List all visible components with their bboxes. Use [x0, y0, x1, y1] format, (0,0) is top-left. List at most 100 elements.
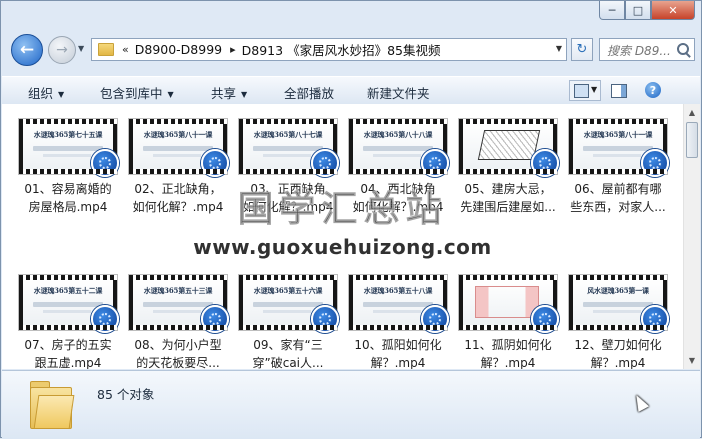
item-count: 85 个对象 — [97, 387, 155, 402]
file-name-line: 05、建房大忌， — [464, 182, 552, 196]
file-item[interactable]: 水谜瑰365第五十六课 09、家有“三 穿”破cai人... — [236, 274, 340, 369]
file-name-line: 11、孤阴如何化 — [464, 338, 552, 352]
media-player-icon — [91, 149, 119, 177]
change-view-button[interactable]: ▼ — [569, 80, 601, 101]
file-item[interactable]: 05、建房大忌， 先建围后建屋如... — [456, 118, 560, 216]
video-frame-caption — [263, 310, 311, 313]
video-frame-title: 水谜瑰365第五十三课 — [143, 286, 213, 295]
file-item[interactable]: 水谜瑰365第五十三课 08、为何小户型 的天花板要尽... — [126, 274, 230, 369]
breadcrumb-separator[interactable]: ▸ — [230, 43, 236, 56]
file-name: 08、为何小户型 的天花板要尽... — [126, 336, 230, 369]
preview-pane-button[interactable] — [607, 80, 629, 101]
scroll-thumb[interactable] — [686, 122, 698, 158]
file-item[interactable]: 水谜瑰365第八十八课 04、西北缺角 如何化解？.mp4 — [346, 118, 450, 216]
back-button[interactable]: ← — [11, 34, 43, 66]
forward-button[interactable]: → — [48, 36, 76, 64]
file-item[interactable]: 11、孤阴如何化 解？.mp4 — [456, 274, 560, 369]
preview-pane-icon — [611, 84, 627, 98]
command-bar: 组织 ▼ 包含到库中 ▼ 共享 ▼ 全部播放 新建文件夹 ▼ ? — [2, 76, 700, 105]
media-player-icon — [641, 305, 669, 333]
file-item[interactable]: 水谜瑰365第八十一课 02、正北缺角， 如何化解？.mp4 — [126, 118, 230, 216]
video-thumbnail[interactable] — [458, 274, 559, 333]
scroll-down-button[interactable]: ▼ — [684, 352, 700, 369]
mouse-cursor-icon — [630, 392, 650, 412]
share-label: 共享 — [211, 86, 237, 101]
view-icon — [574, 84, 589, 98]
file-name-line: 解？.mp4 — [480, 356, 536, 369]
media-player-icon — [641, 149, 669, 177]
file-item[interactable]: 水谜瑰365第七十五课 01、容易离婚的 房屋格局.mp4 — [16, 118, 120, 216]
close-button[interactable]: ✕ — [651, 1, 695, 20]
breadcrumb-item-current[interactable]: D8913 《家居风水妙招》85集视频 — [242, 40, 441, 59]
video-frame-caption — [263, 154, 311, 157]
video-thumbnail[interactable]: 水谜瑰365第八十一课 — [128, 118, 229, 177]
video-frame-caption — [373, 310, 421, 313]
file-name: 12、壁刀如何化 解？.mp4 — [566, 336, 670, 369]
chevron-down-icon: ▼ — [167, 90, 174, 99]
video-frame-caption — [153, 154, 201, 157]
search-icon[interactable] — [677, 43, 689, 55]
file-name: 04、西北缺角 如何化解？.mp4 — [346, 180, 450, 216]
file-item[interactable]: 风水谜瑰365第一课 12、壁刀如何化 解？.mp4 — [566, 274, 670, 369]
file-name: 11、孤阴如何化 解？.mp4 — [456, 336, 560, 369]
file-name-line: 07、房子的五实 — [24, 338, 112, 352]
video-frame-caption — [593, 154, 641, 157]
file-item[interactable]: 水谜瑰365第五十二课 07、房子的五实 跟五虚.mp4 — [16, 274, 120, 369]
search-input[interactable] — [605, 40, 683, 61]
file-item[interactable]: 水谜瑰365第八十七课 03、正西缺角 如何化解？.mp4 — [236, 118, 340, 216]
video-thumbnail[interactable]: 风水谜瑰365第一课 — [568, 274, 669, 333]
share-menu[interactable]: 共享 ▼ — [211, 83, 247, 102]
vertical-scrollbar[interactable]: ▲ ▼ — [683, 104, 700, 369]
chevron-down-icon: ▼ — [241, 90, 248, 99]
new-folder-button[interactable]: 新建文件夹 — [367, 83, 430, 102]
breadcrumb-overflow[interactable]: « — [122, 43, 129, 56]
video-thumbnail[interactable]: 水谜瑰365第五十二课 — [18, 274, 119, 333]
organize-menu[interactable]: 组织 ▼ — [28, 83, 64, 102]
refresh-button[interactable]: ↻ — [571, 38, 593, 61]
caption-buttons: ─ □ ✕ — [599, 1, 695, 21]
include-in-library-label: 包含到库中 — [100, 86, 163, 101]
maximize-button[interactable]: □ — [625, 1, 651, 20]
sketch-image — [477, 130, 541, 160]
file-name-line: 房屋格局.mp4 — [28, 200, 108, 214]
file-name-line: 些东西，对家人... — [570, 200, 666, 214]
media-player-icon — [531, 149, 559, 177]
file-name-line: 如何化解？.mp4 — [352, 200, 444, 214]
file-item[interactable]: 水谜瑰365第五十八课 10、孤阳如何化 解？.mp4 — [346, 274, 450, 369]
video-thumbnail[interactable]: 水谜瑰365第五十八课 — [348, 274, 449, 333]
address-bar[interactable]: « D8900-D8999 ▸ D8913 《家居风水妙招》85集视频 ▼ — [91, 38, 567, 61]
folder-icon — [98, 43, 114, 56]
file-name: 05、建房大忌， 先建围后建屋如... — [456, 180, 560, 216]
video-frame-title: 水谜瑰365第五十八课 — [363, 286, 433, 295]
video-thumbnail[interactable]: 水谜瑰365第五十三课 — [128, 274, 229, 333]
video-frame-caption — [593, 310, 641, 313]
video-thumbnail[interactable]: 水谜瑰365第八十八课 — [348, 118, 449, 177]
file-name: 09、家有“三 穿”破cai人... — [236, 336, 340, 369]
recent-pages-dropdown[interactable]: ▼ — [78, 44, 84, 53]
video-frame-caption — [373, 154, 421, 157]
play-all-button[interactable]: 全部播放 — [284, 83, 334, 102]
file-name: 03、正西缺角 如何化解？.mp4 — [236, 180, 340, 216]
scroll-up-button[interactable]: ▲ — [684, 104, 700, 121]
video-thumbnail[interactable]: 水谜瑰365第五十六课 — [238, 274, 339, 333]
explorer-window: ─ □ ✕ ← → ▼ « D8900-D8999 ▸ D8913 《家居风水妙… — [0, 0, 702, 439]
file-name-line: 如何化解？.mp4 — [242, 200, 334, 214]
video-frame-caption — [253, 302, 323, 307]
video-thumbnail[interactable]: 水谜瑰365第八十一课 — [568, 118, 669, 177]
video-frame-title: 水谜瑰365第八十七课 — [253, 130, 323, 139]
video-frame-caption — [363, 302, 433, 307]
video-thumbnail[interactable]: 水谜瑰365第七十五课 — [18, 118, 119, 177]
address-dropdown[interactable]: ▼ — [556, 44, 562, 53]
search-box[interactable] — [599, 38, 695, 61]
help-button[interactable]: ? — [642, 80, 664, 101]
file-name-line: 跟五虚.mp4 — [34, 356, 102, 369]
video-thumbnail[interactable]: 水谜瑰365第八十七课 — [238, 118, 339, 177]
file-item[interactable]: 水谜瑰365第八十一课 06、屋前都有哪 些东西，对家人... — [566, 118, 670, 216]
minimize-button[interactable]: ─ — [599, 1, 625, 20]
breadcrumb-item[interactable]: D8900-D8999 — [135, 42, 222, 57]
video-thumbnail[interactable] — [458, 118, 559, 177]
include-in-library-menu[interactable]: 包含到库中 ▼ — [100, 83, 174, 102]
media-player-icon — [421, 149, 449, 177]
file-list[interactable]: 水谜瑰365第七十五课 01、容易离婚的 房屋格局.mp4 水谜瑰365第八十一课 02… — [2, 104, 683, 369]
media-player-icon — [201, 305, 229, 333]
